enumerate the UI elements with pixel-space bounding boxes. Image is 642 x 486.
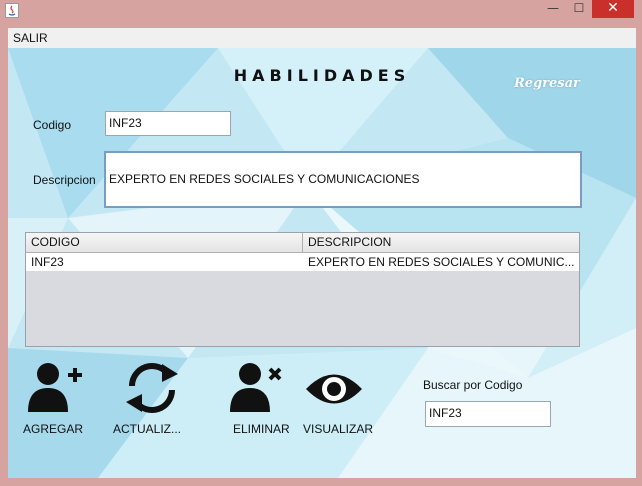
descripcion-label: Descripcion [33, 173, 96, 187]
java-app-icon [5, 3, 19, 18]
cell-descripcion: EXPERTO EN REDES SOCIALES Y COMUNIC... [308, 255, 575, 269]
refresh-icon [126, 363, 178, 413]
title-bar[interactable]: — ☐ ✕ [0, 0, 642, 22]
minimize-button[interactable]: — [540, 0, 566, 18]
codigo-label: Codigo [33, 118, 72, 132]
add-user-icon [28, 363, 82, 412]
column-header-codigo[interactable]: CODIGO [26, 233, 303, 252]
cell-codigo: INF23 [31, 255, 64, 269]
menu-salir[interactable]: SALIR [13, 31, 48, 45]
eliminar-label: ELIMINAR [233, 422, 290, 436]
regresar-link[interactable]: Regresar [514, 76, 580, 91]
maximize-button[interactable]: ☐ [566, 0, 592, 18]
agregar-label: AGREGAR [23, 422, 84, 436]
menu-bar: SALIR [8, 28, 636, 48]
descripcion-input[interactable]: EXPERTO EN REDES SOCIALES Y COMUNICACION… [104, 151, 582, 208]
buscar-label: Buscar por Codigo [423, 378, 523, 392]
eye-icon [306, 374, 362, 404]
habilidades-table: CODIGO DESCRIPCION INF23 EXPERTO EN REDE… [25, 232, 580, 347]
eliminar-button[interactable]: ELIMINAR [230, 360, 310, 436]
column-header-descripcion[interactable]: DESCRIPCION [303, 233, 579, 252]
table-row[interactable]: INF23 EXPERTO EN REDES SOCIALES Y COMUNI… [26, 253, 579, 271]
buscar-input[interactable]: INF23 [425, 401, 551, 427]
remove-user-icon [230, 363, 282, 412]
codigo-input[interactable]: INF23 [105, 111, 231, 136]
actualizar-label: ACTUALIZ... [113, 422, 182, 436]
table-header: CODIGO DESCRIPCION [26, 233, 579, 253]
agregar-button[interactable]: AGREGAR [20, 360, 100, 436]
visualizar-button[interactable]: VISUALIZAR [300, 360, 380, 436]
main-panel: HABILIDADES Regresar Codigo INF23 Descri… [8, 48, 636, 478]
actualizar-button[interactable]: ACTUALIZ... [110, 360, 190, 436]
visualizar-label: VISUALIZAR [303, 422, 374, 436]
close-button[interactable]: ✕ [592, 0, 634, 18]
